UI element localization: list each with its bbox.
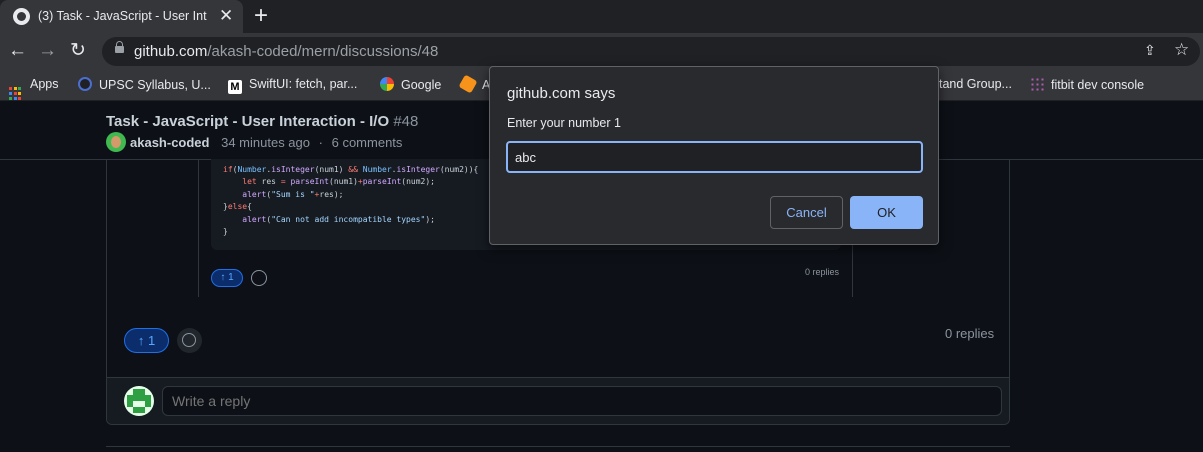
bookmark-orange[interactable]: A [458,74,490,94]
github-icon [13,8,30,25]
bookmark-fitbit[interactable]: fitbit dev console [1030,77,1144,92]
reply-area [107,378,1009,424]
user-avatar[interactable] [124,386,154,416]
browser-toolbar: ← → ↻ github.com/akash-coded/mern/discus… [0,33,1203,70]
cancel-button[interactable]: Cancel [770,196,843,229]
back-icon[interactable]: ← [8,41,27,61]
browser-tab[interactable]: (3) Task - JavaScript - User Int ✕ [0,0,243,33]
reply-input[interactable] [162,386,1002,416]
share-icon[interactable]: ⇪ [1144,42,1156,59]
bookmark-group[interactable]: tand Group... [939,77,1012,91]
browser-tabbar: (3) Task - JavaScript - User Int ✕ + [0,0,1203,33]
forward-icon[interactable]: → [38,41,57,61]
new-tab-button[interactable]: + [254,3,268,29]
thread-line [198,159,199,297]
replies-count: 0 replies [945,326,995,341]
dialog-message: Enter your number 1 [507,116,621,130]
add-reaction-icon[interactable] [177,328,202,353]
dialog-title: github.com says [507,85,616,102]
url-text[interactable]: github.com/akash-coded/mern/discussions/… [134,43,438,60]
upvote-button[interactable]: ↑ 1 [124,328,169,353]
bookmark-upsc[interactable]: UPSC Syllabus, U... [78,77,211,92]
google-icon [380,77,394,91]
cube-icon [458,74,478,94]
tab-title: (3) Task - JavaScript - User Int [38,9,207,23]
upsc-icon [78,77,92,91]
apps-grid-icon [9,87,23,101]
timestamp: 34 minutes ago [221,135,311,150]
author-link[interactable]: akash-coded [130,135,209,150]
comment-count: 6 comments [331,135,403,150]
bookmark-swiftui[interactable]: M SwiftUI: fetch, par... [228,77,357,94]
fitbit-icon [1030,77,1044,91]
discussion-title: Task - JavaScript - User Interaction - I… [106,113,419,130]
avatar[interactable] [106,132,126,152]
bookmark-google[interactable]: Google [380,77,441,92]
reply-emoji-icon[interactable] [251,270,267,286]
medium-icon: M [228,80,242,94]
discussion-meta: akash-coded 34 minutes ago · 6 comments [106,132,402,152]
close-tab-icon[interactable]: ✕ [219,6,233,26]
prompt-input[interactable] [506,141,923,173]
prompt-dialog: github.com says Enter your number 1 Canc… [489,66,939,245]
reply-upvote-button[interactable]: ↑ 1 [211,269,243,287]
address-bar[interactable]: github.com/akash-coded/mern/discussions/… [102,37,1200,66]
bookmark-star-icon[interactable]: ☆ [1174,40,1189,60]
ok-button[interactable]: OK [850,196,923,229]
divider [106,446,1010,447]
reply-replies-count: 0 replies [805,267,840,277]
reload-icon[interactable]: ↻ [70,41,86,61]
lock-icon[interactable] [115,41,124,53]
bookmark-apps[interactable]: Apps [9,77,59,101]
